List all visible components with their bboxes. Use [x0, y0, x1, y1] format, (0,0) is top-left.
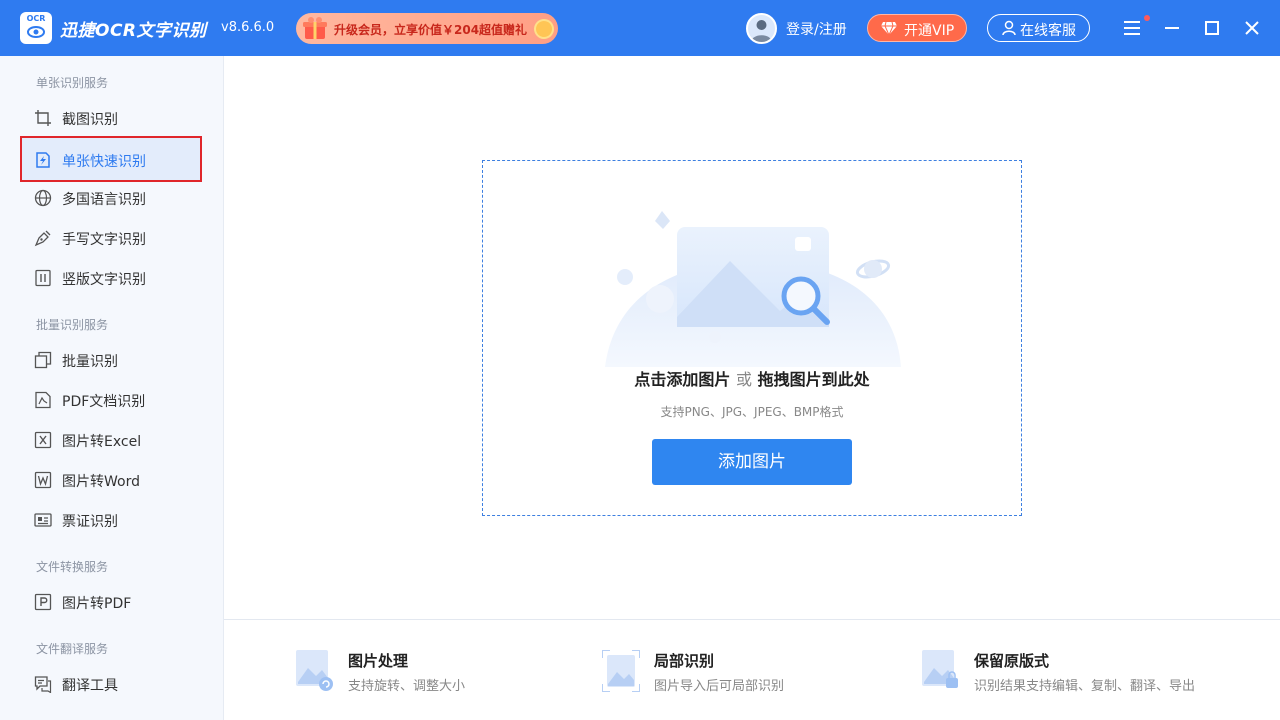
sidebar-item-image-to-excel[interactable]: 图片转Excel — [20, 420, 202, 460]
sidebar-item-label: 截图识别 — [62, 112, 118, 128]
add-image-button[interactable]: 添加图片 — [652, 439, 852, 485]
sidebar-item-image-to-pdf[interactable]: 图片转PDF — [20, 582, 202, 622]
pdf-icon — [35, 391, 51, 409]
sidebar-item-label: 批量识别 — [62, 354, 118, 370]
sidebar-item-handwriting-ocr[interactable]: 手写文字识别 — [20, 218, 202, 258]
sidebar-item-screenshot-ocr[interactable]: 截图识别 — [20, 98, 202, 138]
maximize-icon — [1205, 21, 1219, 35]
user-avatar-icon — [751, 20, 772, 42]
eye-icon — [27, 26, 45, 38]
notification-dot — [1144, 15, 1150, 21]
section-label-translate: 文件翻译服务 — [36, 642, 109, 656]
promo-banner[interactable]: 升级会员，立享价值￥204超值赠礼 — [296, 13, 558, 44]
app-title: 迅捷OCR文字识别 — [60, 21, 207, 41]
app-version: v8.6.6.0 — [221, 20, 275, 35]
sidebar-item-label: PDF文档识别 — [62, 394, 146, 410]
feature-title: 局部识别 — [654, 652, 715, 670]
sidebar: 单张识别服务 截图识别 单张快速识别 多国语言识别 手写文字识别 竖版文字识别 … — [0, 56, 224, 720]
service-label: 在线客服 — [1020, 23, 1076, 39]
vertical-text-icon — [35, 269, 51, 287]
sidebar-item-label: 单张快速识别 — [62, 154, 146, 170]
sidebar-item-label: 竖版文字识别 — [62, 272, 146, 288]
maximize-button[interactable] — [1198, 14, 1226, 42]
image-to-pdf-icon — [34, 593, 52, 611]
sidebar-item-quick-ocr[interactable]: 单张快速识别 — [20, 136, 202, 182]
app-logo: OCR — [20, 12, 52, 44]
user-icon — [1002, 20, 1016, 36]
sidebar-item-image-to-word[interactable]: 图片转Word — [20, 460, 202, 500]
online-service-button[interactable]: 在线客服 — [987, 14, 1090, 42]
batch-icon — [34, 351, 52, 369]
sidebar-item-translate[interactable]: 翻译工具 — [20, 664, 202, 704]
feature-desc: 图片导入后可局部识别 — [654, 679, 785, 694]
sidebar-item-pdf-ocr[interactable]: PDF文档识别 — [20, 380, 202, 420]
feature-strip: 图片处理 支持旋转、调整大小 局部识别 图片导入后可局部识别 保留原版式 识别结… — [224, 619, 1280, 720]
diamond-icon — [881, 21, 897, 36]
section-label-single: 单张识别服务 — [36, 76, 109, 90]
menu-button[interactable] — [1118, 14, 1146, 42]
drop-title: 点击添加图片 或 拖拽图片到此处 — [483, 366, 1021, 390]
feature-title: 图片处理 — [348, 652, 409, 670]
sidebar-item-label: 手写文字识别 — [62, 232, 146, 248]
feature-desc: 支持旋转、调整大小 — [348, 679, 466, 694]
drop-zone[interactable]: 点击添加图片 或 拖拽图片到此处 支持PNG、JPG、JPEG、BMP格式 添加… — [482, 160, 1022, 516]
vip-label: 开通VIP — [904, 23, 955, 39]
excel-icon — [34, 431, 52, 449]
hamburger-icon — [1124, 21, 1140, 35]
avatar[interactable] — [746, 13, 777, 44]
minimize-icon — [1165, 27, 1179, 29]
ticket-icon — [34, 513, 52, 527]
vip-button[interactable]: 开通VIP — [867, 14, 967, 42]
sidebar-item-multilang-ocr[interactable]: 多国语言识别 — [20, 178, 202, 218]
sidebar-item-batch-ocr[interactable]: 批量识别 — [20, 340, 202, 380]
keep-layout-icon — [922, 650, 958, 688]
sidebar-item-label: 图片转PDF — [62, 596, 132, 612]
drop-title-or: 或 — [735, 370, 752, 389]
sidebar-item-label: 图片转Excel — [62, 434, 142, 450]
sidebar-item-label: 多国语言识别 — [62, 192, 146, 208]
quick-scan-icon — [36, 152, 50, 168]
sidebar-item-vertical-ocr[interactable]: 竖版文字识别 — [20, 258, 202, 298]
sidebar-item-label: 票证识别 — [62, 514, 118, 530]
gift-icon — [303, 17, 327, 39]
promo-text: 升级会员，立享价值￥204超值赠礼 — [334, 23, 528, 37]
feature-title: 保留原版式 — [974, 652, 1050, 670]
globe-icon — [34, 189, 52, 207]
drop-title-drag: 拖拽图片到此处 — [757, 370, 870, 389]
supported-formats: 支持PNG、JPG、JPEG、BMP格式 — [660, 405, 844, 419]
close-button[interactable] — [1238, 14, 1266, 42]
feature-desc: 识别结果支持编辑、复制、翻译、导出 — [974, 679, 1196, 694]
crop-icon — [35, 110, 51, 126]
sidebar-item-ticket-ocr[interactable]: 票证识别 — [20, 500, 202, 540]
minimize-button[interactable] — [1158, 14, 1186, 42]
coin-icon — [531, 16, 557, 42]
sidebar-item-label: 翻译工具 — [62, 678, 118, 694]
drop-title-click: 点击添加图片 — [634, 370, 731, 389]
image-process-icon — [296, 650, 333, 691]
word-icon — [34, 471, 52, 489]
pen-icon — [34, 230, 51, 247]
partial-scan-icon — [602, 650, 640, 692]
section-label-batch: 批量识别服务 — [36, 318, 109, 332]
logo-text: OCR — [26, 14, 46, 23]
section-label-convert: 文件转换服务 — [36, 560, 109, 574]
login-link[interactable]: 登录/注册 — [786, 19, 847, 39]
close-icon — [1245, 21, 1259, 35]
title-bar: OCR 迅捷OCR文字识别 v8.6.6.0 升级会员，立享价值￥204超值赠礼… — [0, 0, 1280, 56]
sidebar-item-label: 图片转Word — [62, 474, 140, 490]
translate-icon — [34, 676, 52, 693]
upload-illustration — [605, 211, 901, 367]
